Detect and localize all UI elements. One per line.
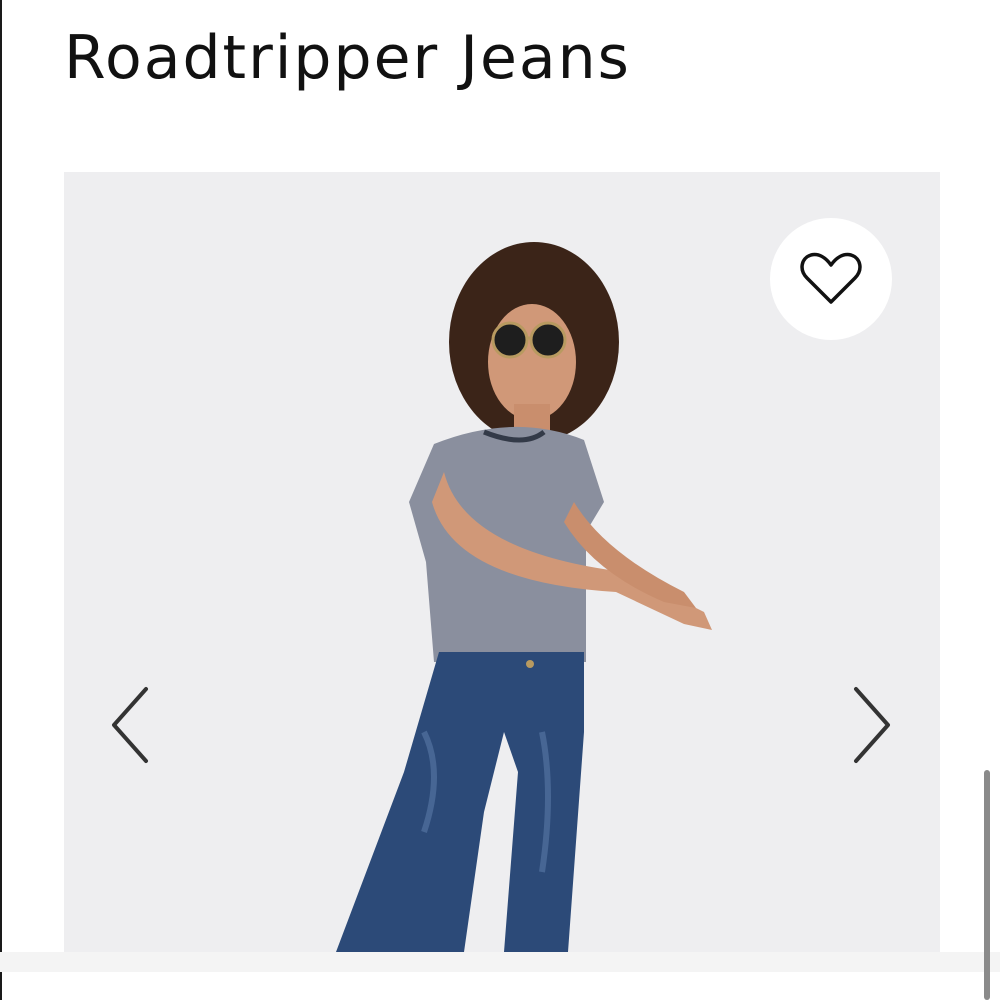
gallery-footer-divider — [0, 952, 1000, 972]
product-page: Roadtripper Jeans — [0, 0, 1000, 1000]
jeans-button — [526, 660, 534, 668]
page-scrollbar[interactable] — [984, 770, 990, 1000]
chevron-right-icon — [854, 687, 890, 763]
chevron-left-icon — [112, 687, 148, 763]
previous-image-button[interactable] — [100, 680, 160, 770]
product-image-gallery[interactable] — [64, 172, 940, 952]
next-image-button[interactable] — [842, 680, 902, 770]
window-edge — [0, 0, 2, 1000]
heart-outline-icon — [800, 252, 862, 304]
model-face — [488, 304, 576, 420]
favorite-button[interactable] — [770, 218, 892, 340]
product-title: Roadtripper Jeans — [64, 23, 631, 93]
